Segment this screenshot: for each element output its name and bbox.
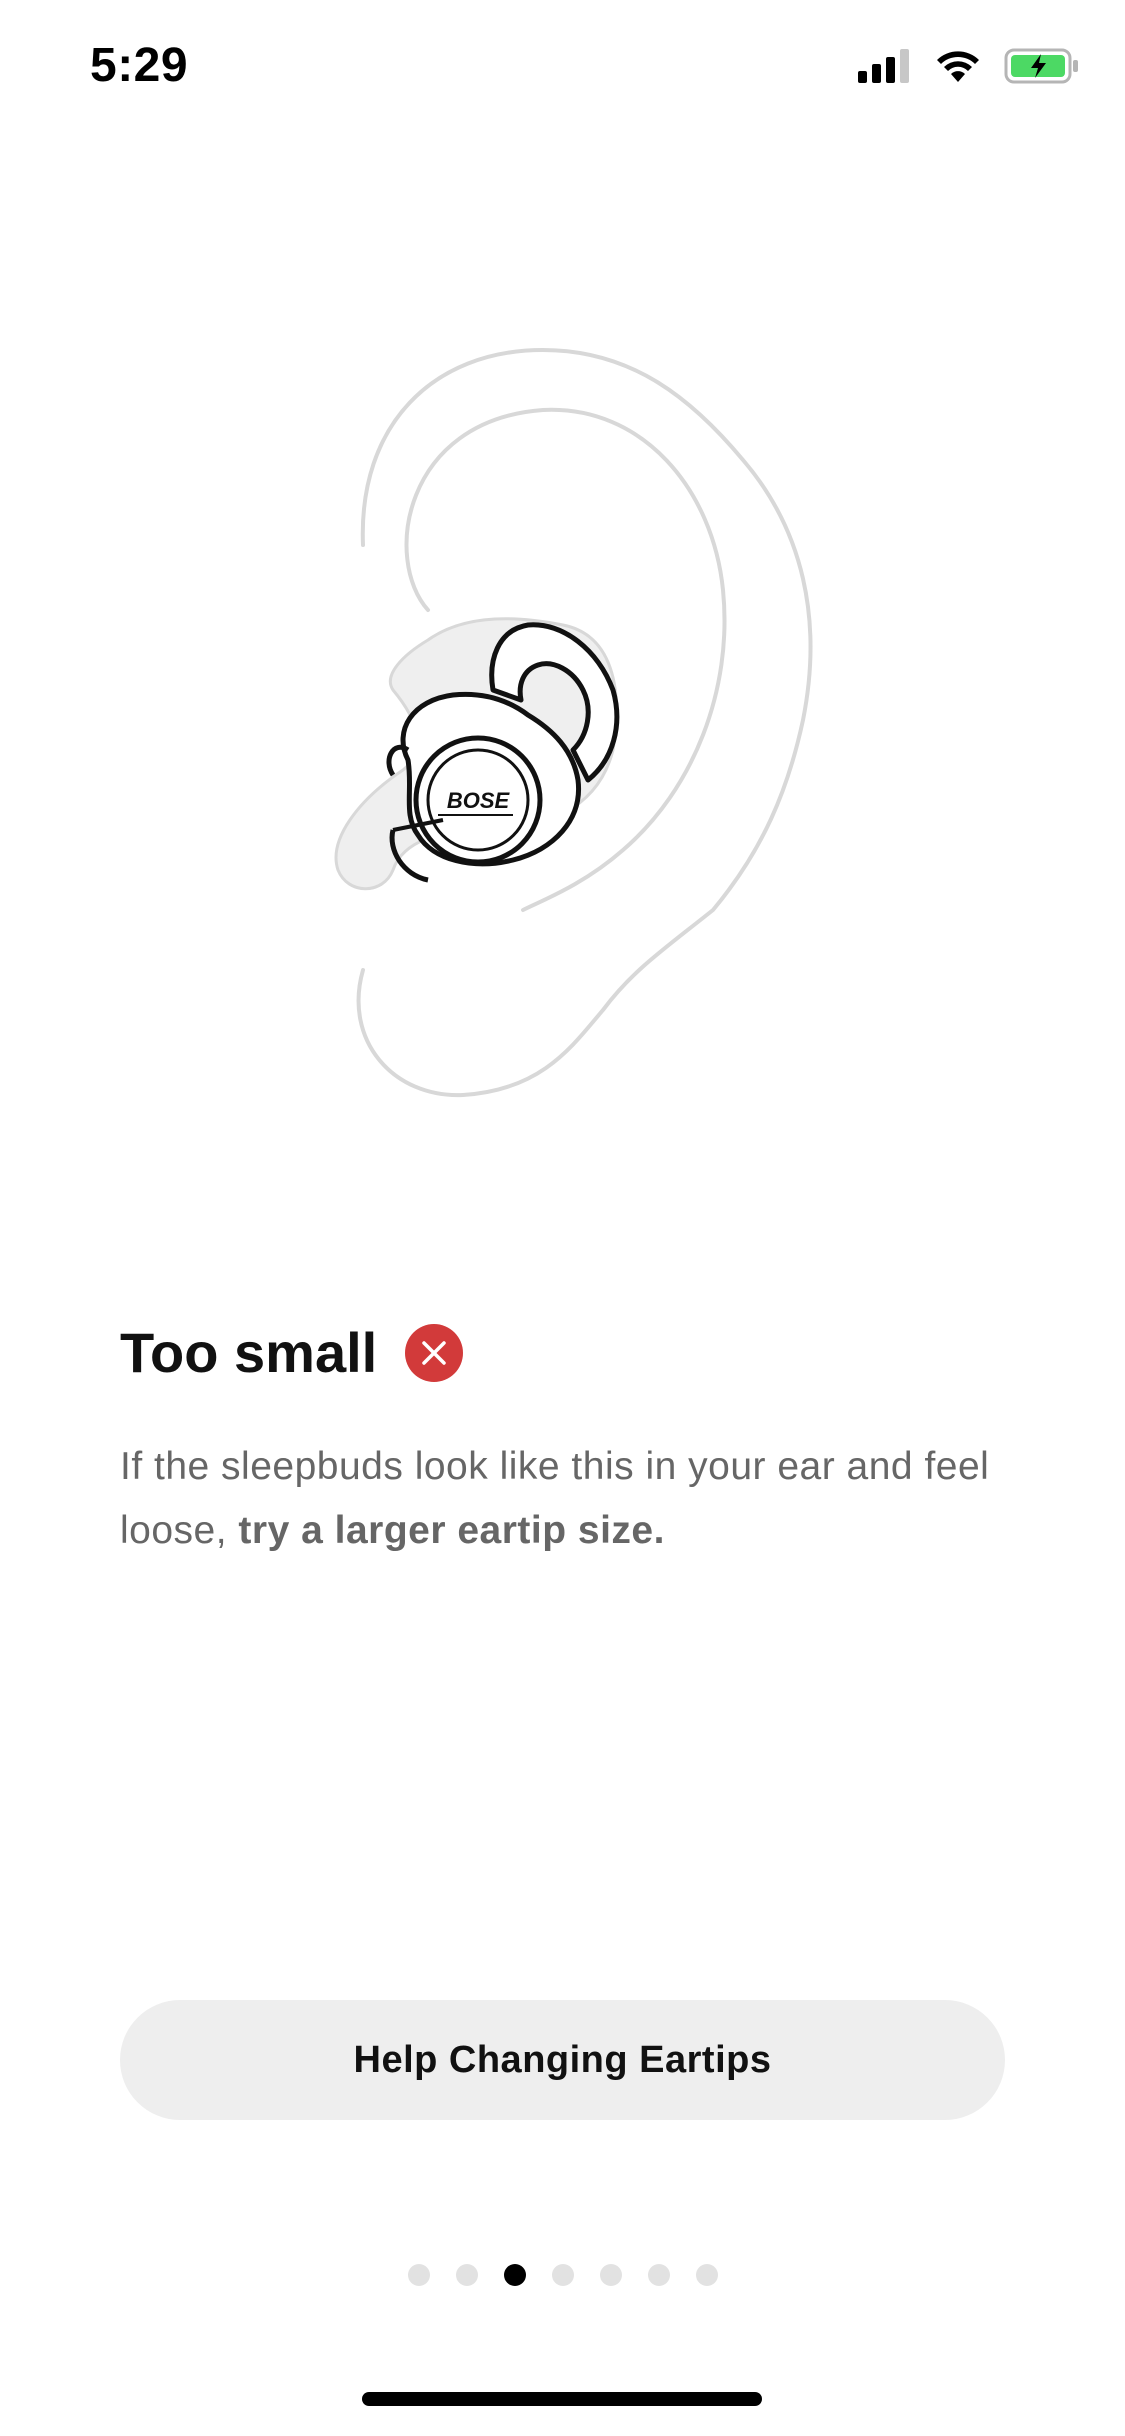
status-icons [858,48,1080,84]
page-dot[interactable] [647,2264,670,2286]
page-indicator [0,2264,1125,2286]
home-indicator[interactable] [362,2392,762,2406]
description-emphasis: try a larger eartip size. [238,1509,665,1552]
brand-logo-text: BOSE [446,788,510,813]
battery-charging-icon [1004,48,1078,84]
page-dot[interactable] [599,2264,622,2286]
status-bar: 5:29 [0,0,1125,140]
help-changing-eartips-button[interactable]: Help Changing Eartips [120,2000,1005,2120]
fit-result-title: Too small [120,1321,378,1384]
title-row: Too small [120,1320,1005,1385]
ear-illustration: BOSE [0,330,1125,1130]
page-dot[interactable] [695,2264,718,2286]
page-dot[interactable] [407,2264,430,2286]
wifi-icon [937,51,979,82]
ear-with-sleepbud-illustration: BOSE [334,347,812,1098]
status-time: 5:29 [90,39,189,92]
page-dot-active[interactable] [503,2264,526,2286]
error-x-icon [405,1323,464,1382]
page-dot[interactable] [455,2264,478,2286]
fit-result-description: If the sleepbuds look like this in your … [120,1435,1005,1563]
page-dot[interactable] [551,2264,574,2286]
fit-result-section: Too small If the sleepbuds look like thi… [120,1320,1005,1602]
signal-icon [858,49,909,83]
